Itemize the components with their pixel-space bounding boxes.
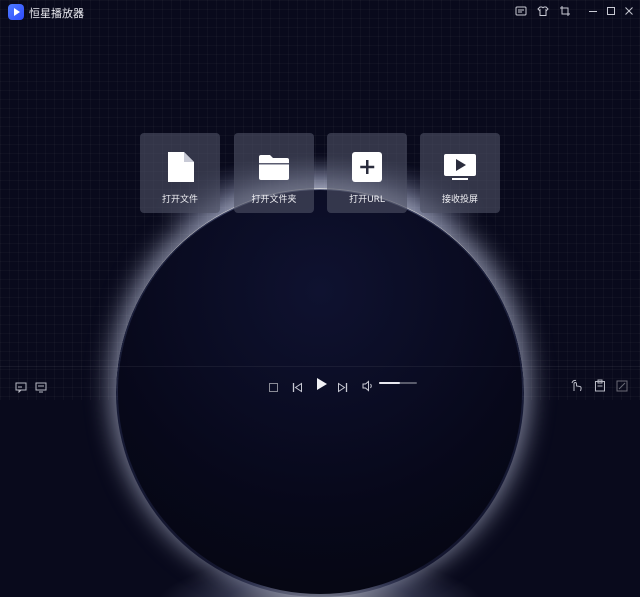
play-icon[interactable]: [315, 376, 328, 395]
screen-cast-icon: [444, 151, 476, 183]
open-url-label: 打开URL: [349, 195, 385, 205]
open-file-label: 打开文件: [161, 195, 198, 205]
screen-icon[interactable]: [35, 378, 47, 397]
open-folder-button[interactable]: 打开文件夹: [234, 133, 314, 213]
folder-icon: [258, 151, 290, 183]
clipboard-icon[interactable]: [594, 377, 606, 396]
fullscreen-icon[interactable]: [616, 377, 628, 396]
title-bar: 恒星播放器 ⌄: [0, 0, 640, 24]
close-icon[interactable]: [622, 5, 636, 19]
receive-screencast-label: 接收投屏: [441, 195, 478, 205]
subtitle-icon[interactable]: [15, 378, 27, 397]
minimize-icon[interactable]: [586, 5, 600, 19]
volume-icon[interactable]: [362, 377, 374, 396]
open-file-button[interactable]: 打开文件: [140, 133, 220, 213]
open-folder-label: 打开文件夹: [251, 195, 297, 205]
stop-icon[interactable]: [268, 378, 279, 397]
receive-screencast-button[interactable]: 接收投屏: [420, 133, 500, 213]
crop-icon[interactable]: [558, 5, 572, 19]
volume-slider-fill: [379, 382, 400, 384]
skin-icon[interactable]: [536, 5, 550, 19]
chevron-down-icon[interactable]: ⌄: [76, 5, 84, 16]
open-url-button[interactable]: 打开URL: [327, 133, 407, 213]
gesture-icon[interactable]: [570, 377, 583, 396]
next-icon[interactable]: [337, 378, 348, 397]
volume-slider[interactable]: [379, 382, 417, 384]
app-logo-icon[interactable]: [8, 4, 24, 20]
previous-icon[interactable]: [292, 378, 303, 397]
message-icon[interactable]: [514, 5, 528, 19]
file-icon: [164, 151, 196, 183]
add-url-icon: [351, 151, 383, 183]
maximize-icon[interactable]: [604, 5, 618, 19]
